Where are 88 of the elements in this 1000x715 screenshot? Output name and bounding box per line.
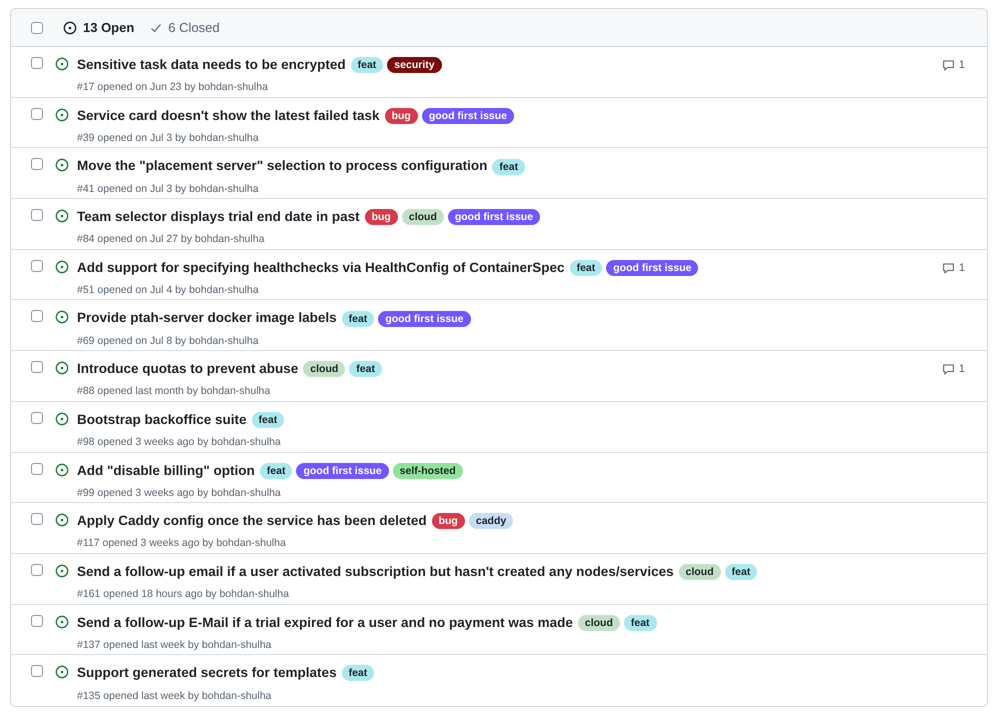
issue-label[interactable]: feat xyxy=(624,614,657,631)
checkbox[interactable] xyxy=(31,412,43,424)
comment-icon xyxy=(942,262,955,274)
issue-title[interactable]: Sensitive task data needs to be encrypted xyxy=(77,55,346,76)
issue-label[interactable]: good first issue xyxy=(448,209,540,226)
comment-count[interactable]: 1 xyxy=(942,260,965,276)
issue-title[interactable]: Apply Caddy config once the service has been deleted xyxy=(77,511,427,532)
issue-meta: #41 opened on Jul 3 by bohdan-shulha xyxy=(77,182,259,197)
comment-count[interactable]: 1 xyxy=(942,57,965,74)
issue-icon xyxy=(63,20,77,34)
issue-label[interactable]: bug xyxy=(384,108,418,124)
open-issue-icon xyxy=(55,462,69,476)
checkbox[interactable] xyxy=(31,614,43,627)
issue-label[interactable]: cloud xyxy=(678,564,721,580)
check-icon xyxy=(150,22,162,34)
checkbox[interactable] xyxy=(31,361,43,374)
filter-tab[interactable]: 6 Closed xyxy=(150,18,220,38)
checkbox[interactable] xyxy=(31,57,43,69)
issue-label[interactable]: feat xyxy=(350,57,384,74)
issue-title[interactable]: Bootstrap backoffice suite xyxy=(77,410,247,430)
issue-meta: #99 opened 3 weeks ago by bohdan-shulha xyxy=(77,486,281,501)
checkbox[interactable] xyxy=(31,513,43,526)
comment-icon xyxy=(942,362,955,376)
issue-meta: #137 opened last week by bohdan-shulha xyxy=(77,638,272,653)
checkbox[interactable] xyxy=(31,22,43,34)
issue-label[interactable]: bug xyxy=(364,209,398,226)
issue-title[interactable]: Provide ptah-server docker image labels xyxy=(77,308,337,329)
issue-title[interactable]: Add support for specifying healthchecks via HealthConfig of ContainerSpec xyxy=(77,258,565,278)
checkbox[interactable] xyxy=(31,310,43,322)
checkbox[interactable] xyxy=(31,209,43,222)
open-issue-icon xyxy=(55,361,69,376)
issue-label[interactable]: feat xyxy=(342,665,374,682)
issue-label[interactable]: security xyxy=(387,57,442,74)
issue-label[interactable]: feat xyxy=(570,260,602,276)
open-issue-icon xyxy=(55,310,69,324)
issue-meta: #98 opened 3 weeks ago by bohdan-shulha xyxy=(77,435,281,450)
issue-title[interactable]: Service card doesn't show the latest failed task xyxy=(77,106,380,126)
checkbox[interactable] xyxy=(31,564,43,576)
checkbox[interactable] xyxy=(31,260,43,272)
comment-icon xyxy=(942,58,955,72)
issue-label[interactable]: cloud xyxy=(402,209,444,226)
issue-label[interactable]: feat xyxy=(260,462,292,479)
issue-title[interactable]: Introduce quotas to prevent abuse xyxy=(77,359,298,380)
issue-title[interactable]: Send a follow-up email if a user activated subscription but hasn't created any nodes/services xyxy=(77,562,674,582)
issue-meta: #161 opened 18 hours ago by bohdan-shulha xyxy=(77,587,289,602)
issue-label[interactable]: good first issue xyxy=(296,462,389,479)
issue-title[interactable]: Team selector displays trial end date in past xyxy=(77,207,360,228)
issue-title[interactable]: Send a follow-up E-Mail if a trial expired for a user and no payment was made xyxy=(77,612,573,633)
open-issue-icon xyxy=(55,412,69,426)
open-issue-icon xyxy=(55,158,69,172)
issue-label[interactable]: bug xyxy=(432,513,465,530)
issue-meta: #51 opened on Jul 4 by bohdan-shulha xyxy=(77,283,259,298)
issue-meta: #135 opened last week by bohdan-shulha xyxy=(77,688,272,704)
issue-meta: #117 opened 3 weeks ago by bohdan-shulha xyxy=(77,536,286,552)
issue-label[interactable]: self-hosted xyxy=(392,462,463,479)
open-issue-icon xyxy=(55,614,69,629)
open-issue-icon xyxy=(55,209,69,224)
comment-count[interactable]: 1 xyxy=(942,361,965,378)
issue-label[interactable]: feat xyxy=(349,361,382,378)
issue-title[interactable]: Add "disable billing" option xyxy=(77,460,255,481)
issue-label[interactable]: feat xyxy=(724,564,758,580)
issue-label[interactable]: good first issue xyxy=(422,108,514,124)
issue-meta: #88 opened last month by bohdan-shulha xyxy=(77,384,270,400)
issue-meta: #17 opened on Jun 23 by bohdan-shulha xyxy=(77,80,268,96)
checkbox[interactable] xyxy=(31,665,43,678)
open-issue-icon xyxy=(55,564,69,578)
issue-label[interactable]: cloud xyxy=(578,614,620,631)
checkbox[interactable] xyxy=(31,108,43,120)
issue-title[interactable]: Move the "placement server" selection to process configuration xyxy=(77,156,488,177)
open-issue-icon xyxy=(55,513,69,528)
open-issue-icon xyxy=(55,57,69,71)
issue-title[interactable]: Support generated secrets for templates xyxy=(77,663,337,684)
checkbox[interactable] xyxy=(31,462,43,474)
issue-label[interactable]: feat xyxy=(492,158,526,174)
issue-meta: #39 opened on Jul 3 by bohdan-shulha xyxy=(77,130,259,146)
issue-label[interactable]: feat xyxy=(252,412,284,428)
open-issue-icon xyxy=(55,665,69,680)
issue-label[interactable]: good first issue xyxy=(606,260,698,276)
open-issue-icon xyxy=(55,108,69,122)
issue-meta: #69 opened on Jul 8 by bohdan-shulha xyxy=(77,334,259,349)
issue-label[interactable]: cloud xyxy=(303,361,346,378)
issue-label[interactable]: feat xyxy=(342,310,374,327)
issue-label[interactable]: good first issue xyxy=(378,310,470,327)
checkbox[interactable] xyxy=(31,158,43,170)
open-issue-icon xyxy=(55,260,69,274)
issue-meta: #84 opened on Jul 27 by bohdan-shulha xyxy=(77,232,264,248)
issue-label[interactable]: caddy xyxy=(468,513,514,530)
filter-tab[interactable]: 13 Open xyxy=(63,18,134,38)
